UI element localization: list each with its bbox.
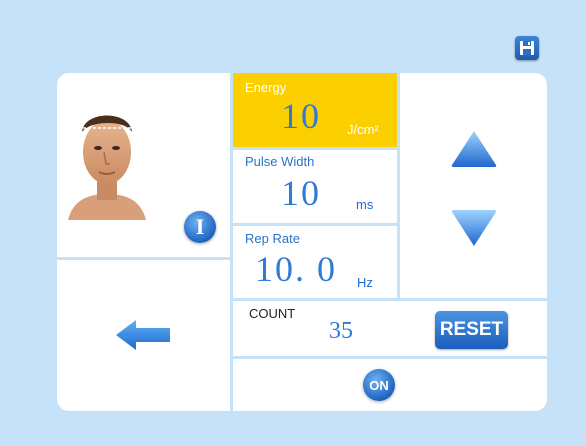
- energy-cell[interactable]: Energy 10 J/cm²: [233, 73, 397, 147]
- on-button-label: ON: [369, 377, 389, 393]
- energy-unit: J/cm²: [347, 122, 379, 137]
- count-label: COUNT: [249, 306, 296, 321]
- pulse-width-cell[interactable]: Pulse Width 10 ms: [233, 150, 397, 223]
- save-icon[interactable]: [515, 36, 539, 60]
- reset-button-label: RESET: [439, 319, 504, 340]
- pulse-width-unit: ms: [356, 197, 374, 212]
- back-cell: [57, 260, 230, 411]
- on-button[interactable]: ON: [363, 369, 395, 401]
- rep-rate-label: Rep Rate: [245, 231, 300, 246]
- reset-button[interactable]: RESET: [435, 311, 508, 349]
- pulse-width-label: Pulse Width: [245, 154, 315, 169]
- treatment-area-cell: I: [57, 73, 230, 257]
- control-panel: I Energy 10 J/cm² Pulse Width 10 ms Rep …: [57, 73, 547, 411]
- count-cell: COUNT 35 RESET: [233, 301, 547, 356]
- energy-label: Energy: [245, 80, 287, 95]
- back-arrow-icon[interactable]: [114, 318, 172, 352]
- triangle-down-icon[interactable]: [451, 208, 497, 248]
- pulse-width-value: 10: [281, 173, 321, 213]
- face-image: [68, 115, 146, 220]
- info-button-label: I: [195, 214, 205, 239]
- energy-value: 10: [281, 96, 321, 136]
- power-cell: ON: [233, 359, 547, 411]
- triangle-up-icon[interactable]: [451, 129, 497, 169]
- rep-rate-unit: Hz: [357, 275, 373, 290]
- rep-rate-value: 10. 0: [255, 249, 337, 289]
- rep-rate-cell[interactable]: Rep Rate 10. 0 Hz: [233, 226, 397, 298]
- adjust-cell: [400, 73, 547, 298]
- info-button[interactable]: I: [184, 211, 216, 243]
- count-value: 35: [329, 318, 353, 344]
